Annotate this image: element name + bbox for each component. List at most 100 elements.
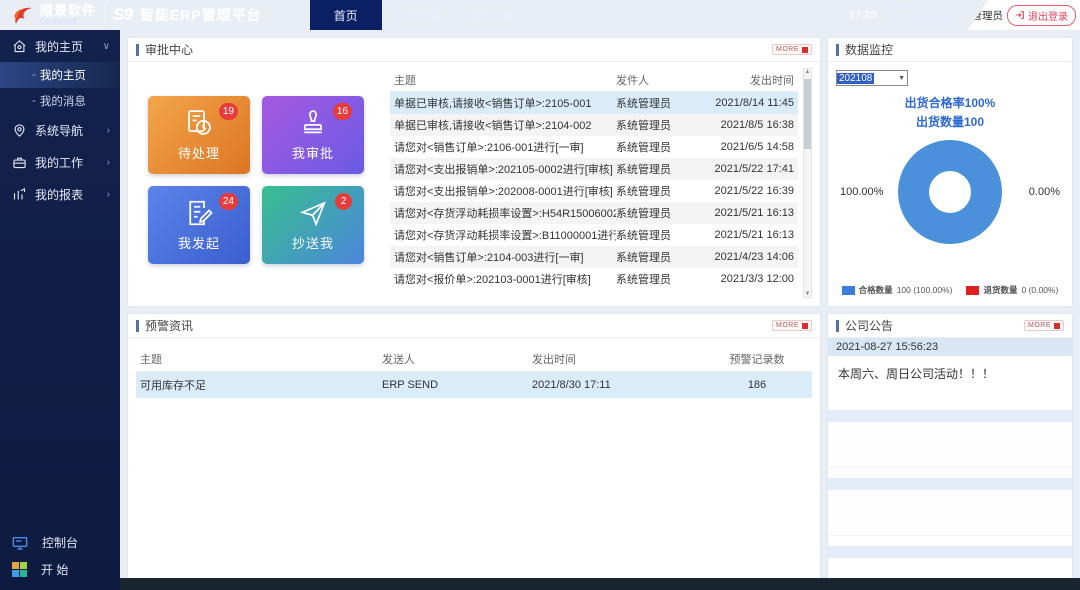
table-row[interactable]: 请您对<销售订单>:2104-003进行[一审] 系统管理员 2021/4/23…: [390, 246, 798, 268]
initiated-count-badge: 24: [219, 193, 238, 210]
more-red-icon: [802, 47, 808, 53]
table-row[interactable]: 可用库存不足 ERP SEND 2021/8/30 17:11 186: [136, 372, 812, 398]
product-logo: S9: [113, 5, 132, 25]
col-time: 发出时间: [532, 351, 702, 367]
cell-subject: 可用库存不足: [136, 377, 382, 393]
table-row[interactable]: 单据已审核,请接收<销售订单>:2104-002 系统管理员 2021/8/5 …: [390, 114, 798, 136]
monitor-panel-title: 数据监控: [845, 41, 893, 58]
table-row[interactable]: 请您对<支出报销单>:202008-0001进行[审核] 系统管理员 2021/…: [390, 180, 798, 202]
announcement-panel-header: 公司公告 MORE: [828, 314, 1072, 338]
cell-subject: 请您对<支出报销单>:202008-0001进行[审核]: [390, 183, 616, 199]
logo-subtitle: Centersoft: [40, 18, 96, 26]
col-sender: 发送人: [382, 351, 532, 367]
cell-time: 2021/4/23 14:06: [700, 251, 798, 263]
cell-time: 2021/8/14 11:45: [700, 97, 798, 109]
chevron-right-icon: ›: [107, 157, 110, 168]
user-area: 系统管理员 退出登录: [968, 0, 1080, 30]
legend-value: 100 (100.00%): [897, 285, 953, 295]
announcement-empty-row: [828, 410, 1072, 422]
sidebar-item-my-reports[interactable]: 我的报表 ›: [0, 178, 120, 210]
table-row[interactable]: 请您对<支出报销单>:202105-0002进行[审核] 系统管理员 2021/…: [390, 158, 798, 180]
tile-pending[interactable]: 19 待处理: [148, 96, 250, 174]
sidebar-item-system-nav[interactable]: 系统导航 ›: [0, 114, 120, 146]
tab-basic-settings[interactable]: 基础设置: [454, 0, 526, 30]
chevron-down-icon: ▼: [898, 75, 907, 82]
legend-item-return: 退货数量 0 (0.00%): [966, 284, 1058, 296]
start-label: 开 始: [41, 561, 68, 578]
announcement-empty-body: [828, 422, 1072, 468]
cell-sender: 系统管理员: [616, 139, 700, 155]
more-label: MORE: [776, 322, 799, 329]
logout-icon: [1015, 10, 1025, 20]
announcement-content[interactable]: 本周六、周日公司活动！！！: [828, 356, 1072, 400]
approval-more-button[interactable]: MORE: [772, 44, 812, 55]
chevron-right-icon: ›: [107, 125, 110, 136]
scroll-up-icon[interactable]: ▲: [804, 69, 811, 75]
table-row[interactable]: 单据已审核,请接收<销售订单>:2105-001 系统管理员 2021/8/14…: [390, 92, 798, 114]
main-nav: 首页 全部模块 基础设置: [310, 0, 526, 30]
tile-label: 我发起: [178, 233, 220, 252]
sidebar-subitem-my-messages[interactable]: 我的消息: [0, 88, 120, 114]
approval-scrollbar[interactable]: ▲ ▼: [803, 68, 812, 298]
console-button[interactable]: 控制台: [12, 534, 78, 551]
panel-accent-bar: [836, 320, 839, 332]
document-edit-icon: [184, 198, 214, 228]
phoenix-logo-icon: [10, 3, 34, 27]
table-row[interactable]: 请您对<销售订单>:2106-001进行[一审] 系统管理员 2021/6/5 …: [390, 136, 798, 158]
cell-sender: 系统管理员: [616, 183, 700, 199]
sidebar: 我的主页 ∨ 我的主页 我的消息 系统导航 › 我的工作 › 我的报表 › 控制…: [0, 30, 120, 590]
shipment-qty-text: 出货数量100: [828, 113, 1072, 132]
legend-label: 退货数量: [983, 284, 1017, 296]
username-label: 系统管理员: [951, 8, 1004, 23]
start-button[interactable]: 开 始: [12, 561, 78, 578]
logout-label: 退出登录: [1028, 8, 1068, 23]
cell-time: 2021/8/30 17:11: [532, 379, 702, 391]
pending-count-badge: 19: [219, 103, 238, 120]
legend-value: 0 (0.00%): [1021, 285, 1058, 295]
legend-swatch-blue: [842, 286, 855, 295]
cell-time: 2021/5/21 16:13: [700, 207, 798, 219]
home-icon: [12, 39, 27, 54]
scrollbar-thumb[interactable]: [804, 79, 811, 149]
cell-sender: 系统管理员: [616, 249, 700, 265]
approval-table-header: 主题 发件人 发出时间: [390, 68, 798, 92]
col-subject: 主题: [136, 351, 382, 367]
cell-time: 2021/5/22 16:39: [700, 185, 798, 197]
my-approvals-count-badge: 16: [333, 103, 352, 120]
table-row[interactable]: 请您对<报价单>:202103-0001进行[审核] 系统管理员 2021/3/…: [390, 268, 798, 290]
panel-accent-bar: [136, 44, 139, 56]
scroll-down-icon[interactable]: ▼: [804, 291, 811, 297]
tile-cc-to-me[interactable]: 2 抄送我: [262, 186, 364, 264]
sidebar-item-my-home[interactable]: 我的主页 ∨: [0, 30, 120, 62]
sidebar-item-label: 系统导航: [35, 122, 83, 139]
chevron-right-icon: ›: [107, 189, 110, 200]
approval-rows: 单据已审核,请接收<销售订单>:2105-001 系统管理员 2021/8/14…: [390, 92, 798, 290]
tile-initiated-by-me[interactable]: 24 我发起: [148, 186, 250, 264]
cell-time: 2021/5/21 16:13: [700, 229, 798, 241]
alert-info-panel: 预警资讯 MORE 主题 发送人 发出时间 预警记录数 可用库存不足 ERP S…: [128, 314, 820, 578]
announcement-more-button[interactable]: MORE: [1024, 320, 1064, 331]
company-logo: 顺景软件 Centersoft: [0, 3, 96, 27]
main-content: 审批中心 MORE 19 待处理 16 我审批: [120, 30, 1080, 590]
tab-home[interactable]: 首页: [310, 0, 382, 30]
cell-sender: ERP SEND: [382, 379, 532, 391]
donut-legend: 合格数量 100 (100.00%) 退货数量 0 (0.00%): [828, 284, 1072, 296]
tile-my-approvals[interactable]: 16 我审批: [262, 96, 364, 174]
sidebar-item-my-work[interactable]: 我的工作 ›: [0, 146, 120, 178]
logo-title: 顺景软件: [40, 4, 96, 17]
period-select[interactable]: 202108 ▼: [836, 70, 908, 86]
col-sender: 发件人: [616, 72, 700, 88]
tab-all-modules[interactable]: 全部模块: [382, 0, 454, 30]
table-row[interactable]: 请您对<存货浮动耗损率设置>:H54R15006002进行[审核] 系统管理员 …: [390, 202, 798, 224]
pass-rate-text: 出货合格率100%: [828, 94, 1072, 113]
alerts-table-header: 主题 发送人 发出时间 预警记录数: [136, 346, 812, 372]
cell-subject: 请您对<报价单>:202103-0001进行[审核]: [390, 271, 616, 287]
logout-button[interactable]: 退出登录: [1007, 5, 1076, 26]
table-row[interactable]: 请您对<存货浮动耗损率设置>:B11000001进行[审核] 系统管理员 202…: [390, 224, 798, 246]
sidebar-subitem-my-home[interactable]: 我的主页: [0, 62, 120, 88]
paper-plane-icon: [298, 198, 328, 228]
cell-sender: 系统管理员: [616, 271, 700, 287]
weekday-label: 星期一: [889, 2, 954, 15]
donut-right-label: 0.00%: [1029, 186, 1060, 198]
alerts-more-button[interactable]: MORE: [772, 320, 812, 331]
